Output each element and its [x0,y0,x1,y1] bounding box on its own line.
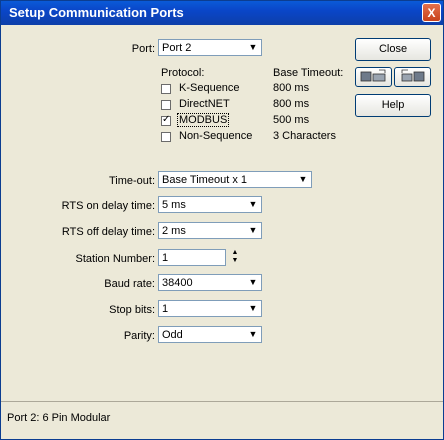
port-select[interactable]: Port 2 ▼ [158,39,262,56]
non-sequence-timeout: 3 Characters [273,130,336,142]
setup-communication-ports-dialog: Setup Communication Ports X Port: Port 2… [0,0,444,440]
station-number-label: Station Number: [75,253,155,265]
station-number-input[interactable]: 1 [158,249,226,266]
close-window-button[interactable]: X [422,3,441,22]
window-title: Setup Communication Ports [9,5,184,20]
chevron-down-icon: ▼ [248,225,258,235]
protocol-header: Protocol: [161,67,205,79]
pc-to-plc-icon [360,69,385,82]
timeout-label: Time-out: [108,175,155,187]
rts-on-select[interactable]: 5 ms ▼ [158,196,262,213]
parity-select[interactable]: Odd ▼ [158,326,262,343]
rts-on-label: RTS on delay time: [61,200,155,212]
download-button[interactable] [394,67,431,87]
close-button[interactable]: Close [355,38,431,61]
chevron-down-icon: ▼ [248,42,258,52]
baud-rate-label: Baud rate: [104,278,155,290]
stop-bits-value: 1 [162,303,169,315]
chevron-down-icon: ▼ [248,329,258,339]
k-sequence-timeout: 800 ms [273,82,310,94]
chevron-down-icon: ▼ [298,174,308,184]
close-icon: X [427,6,436,20]
title-bar: Setup Communication Ports X [1,1,443,25]
port-label: Port: [131,43,155,55]
baud-rate-select[interactable]: 38400 ▼ [158,274,262,291]
k-sequence-checkbox[interactable] [161,84,171,94]
non-sequence-checkbox[interactable] [161,132,171,142]
rts-off-label: RTS off delay time: [61,226,155,238]
directnet-timeout: 800 ms [273,98,310,110]
upload-button[interactable] [355,67,392,87]
parity-label: Parity: [123,330,155,342]
rts-off-select[interactable]: 2 ms ▼ [158,222,262,239]
baud-rate-value: 38400 [162,277,193,289]
modbus-timeout: 500 ms [273,114,310,126]
parity-value: Odd [162,329,183,341]
station-number-value: 1 [162,252,169,264]
directnet-checkbox[interactable] [161,100,171,110]
timeout-select[interactable]: Base Timeout x 1 ▼ [158,171,312,188]
help-button[interactable]: Help [355,94,431,117]
status-bar: Port 2: 6 Pin Modular [1,401,443,438]
k-sequence-label: K-Sequence [179,82,240,94]
chevron-down-icon: ▼ [248,303,258,313]
base-timeout-header: Base Timeout: [273,67,344,79]
status-text: Port 2: 6 Pin Modular [7,412,111,424]
rts-on-value: 5 ms [162,199,186,211]
spin-up-icon[interactable]: ▲ [229,249,241,257]
station-number-spinner[interactable]: ▲ ▼ [229,249,241,266]
chevron-down-icon: ▼ [248,277,258,287]
chevron-down-icon: ▼ [248,199,258,209]
rts-off-value: 2 ms [162,225,186,237]
plc-to-pc-icon [401,69,424,82]
modbus-label: MODBUS [177,113,230,127]
modbus-checkbox[interactable] [161,114,171,126]
spin-down-icon[interactable]: ▼ [229,257,241,265]
port-value: Port 2 [162,42,192,54]
stop-bits-select[interactable]: 1 ▼ [158,300,262,317]
directnet-label: DirectNET [179,98,230,110]
stop-bits-label: Stop bits: [109,304,155,316]
timeout-value: Base Timeout x 1 [162,174,247,186]
non-sequence-label: Non-Sequence [179,130,253,142]
